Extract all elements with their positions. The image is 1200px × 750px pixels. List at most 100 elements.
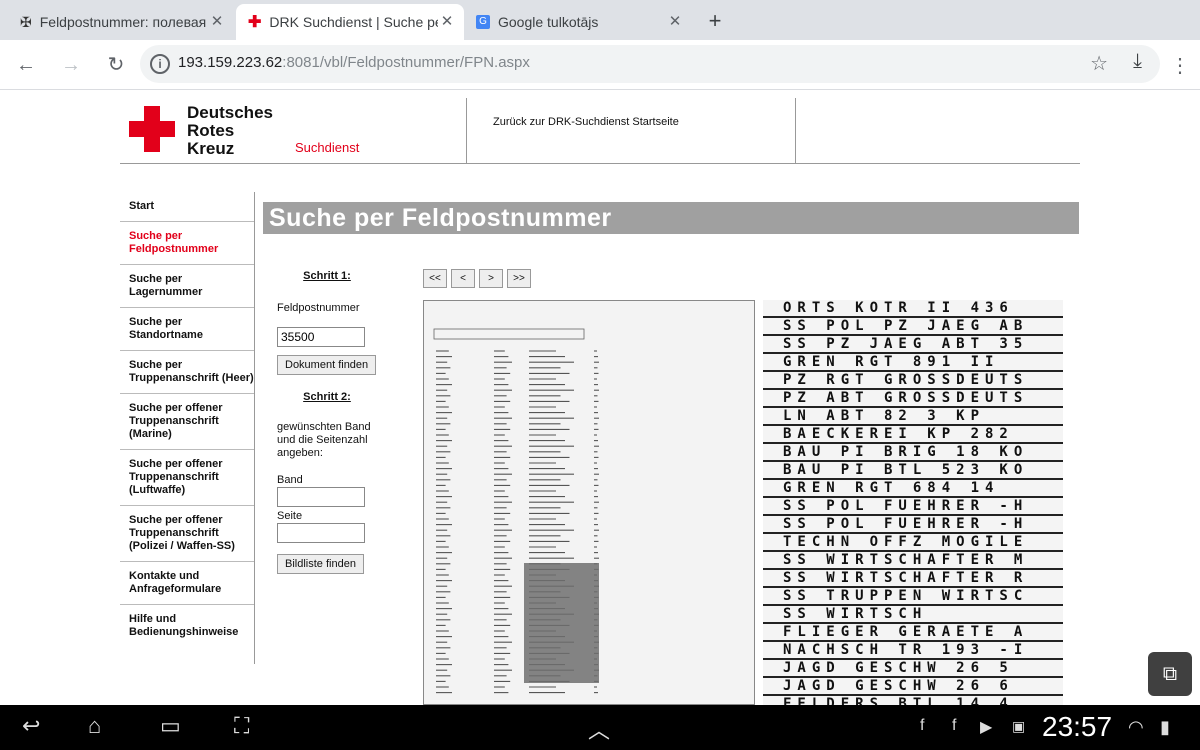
sidebar-item-luftwaffe[interactable]: Suche per offener Truppenanschrift (Luft…: [120, 450, 254, 506]
google-translate-icon: G: [476, 15, 490, 29]
logo-subtitle: Suchdienst: [295, 140, 360, 155]
browser-toolbar: ← → ↻ i 193.159.223.62:8081/vbl/Feldpost…: [0, 40, 1200, 90]
page-content: Deutsches Rotes Kreuz Suchdienst Zurück …: [0, 90, 1200, 705]
document-zoom-row: SS WIRTSCH: [763, 606, 1063, 624]
document-zoom-row: SS PZ JAEG ABT 35: [763, 336, 1063, 354]
sidebar-item-standortname[interactable]: Suche per Standortname: [120, 308, 254, 351]
first-page-button[interactable]: <<: [423, 269, 447, 288]
recent-apps-icon[interactable]: ▭: [160, 713, 181, 739]
download-icon[interactable]: ⤓: [1133, 50, 1142, 73]
step2-heading: Schritt 2:: [303, 391, 351, 403]
document-zoom-row: PZ RGT GROSSDEUTS: [763, 372, 1063, 390]
youtube-icon: ▶: [980, 719, 993, 736]
band-input[interactable]: [277, 487, 365, 507]
search-form: Schritt 1: Feldpostnummer Dokument finde…: [277, 270, 397, 574]
sidebar-item-start[interactable]: Start: [120, 192, 254, 222]
fpn-label: Feldpostnummer: [277, 302, 360, 314]
next-page-button[interactable]: >: [479, 269, 503, 288]
red-cross-icon: ✚: [248, 14, 262, 31]
browser-tab[interactable]: ✠ Feldpostnummer: полевая п ✕: [8, 4, 234, 40]
facebook-icon: f: [920, 717, 925, 734]
document-zoom-row: BAU PI BRIG 18 KO: [763, 444, 1063, 462]
new-tab-button[interactable]: +: [702, 8, 728, 34]
sidebar-item-heer[interactable]: Suche per Truppenanschrift (Heer): [120, 351, 254, 394]
sidebar-item-feldpostnummer[interactable]: Suche per Feldpostnummer: [120, 222, 254, 265]
find-image-list-button[interactable]: Bildliste finden: [277, 554, 364, 574]
address-bar[interactable]: i 193.159.223.62:8081/vbl/Feldpostnummer…: [140, 45, 1160, 83]
menu-kebab-icon[interactable]: ⋮: [1170, 53, 1190, 78]
seite-input[interactable]: [277, 523, 365, 543]
home-icon[interactable]: ⌂: [88, 713, 101, 739]
back-icon[interactable]: ↩: [22, 713, 40, 739]
red-cross-logo-icon: [129, 106, 175, 152]
logo-text: Deutsches Rotes Kreuz: [187, 103, 273, 158]
facebook-icon: f: [952, 717, 957, 734]
screenshot-icon[interactable]: ⛶: [234, 713, 249, 739]
sidebar-item-hilfe[interactable]: Hilfe und Bedienungshinweise: [120, 605, 254, 647]
tab-title: DRK Suchdienst | Suche pe: [269, 14, 438, 30]
sidebar-item-kontakte[interactable]: Kontakte und Anfrageformulare: [120, 562, 254, 605]
tab-title: Feldpostnummer: полевая п: [39, 14, 208, 30]
seite-label: Seite: [277, 510, 303, 522]
sidebar-nav: Start Suche per Feldpostnummer Suche per…: [120, 192, 255, 664]
maltese-cross-icon: ✠: [20, 13, 32, 30]
back-arrow-icon[interactable]: ←: [13, 52, 39, 78]
document-zoom-row: SS POL FUEHRER -H: [763, 516, 1063, 534]
document-scan-image: [424, 301, 754, 704]
document-zoom-row: GREN RGT 891 II: [763, 354, 1063, 372]
document-zoom-row: FLIEGER GERAETE A: [763, 624, 1063, 642]
clock: 23:57: [1042, 711, 1113, 742]
chevron-up-icon[interactable]: ︿: [588, 713, 610, 745]
document-zoom-row: SS WIRTSCHAFTER R: [763, 570, 1063, 588]
step1-heading: Schritt 1:: [303, 270, 351, 282]
fpn-input[interactable]: [277, 327, 365, 347]
info-icon[interactable]: i: [150, 54, 170, 74]
back-to-home-link[interactable]: Zurück zur DRK-Suchdienst Startseite: [493, 116, 679, 128]
page-title: Suche per Feldpostnummer: [263, 202, 1079, 234]
document-zoom-row: JAGD GESCHW 26 6: [763, 678, 1063, 696]
document-zoom-row: BAU PI BTL 523 KO: [763, 462, 1063, 480]
document-zoom-row: TECHN OFFZ MOGILE: [763, 534, 1063, 552]
notification-icon: ▣: [1012, 718, 1026, 734]
url-text[interactable]: 193.159.223.62:8081/vbl/Feldpostnummer/F…: [178, 54, 530, 71]
pager: << < > >>: [423, 269, 531, 288]
document-scan-page[interactable]: [423, 300, 755, 705]
browser-tab-active[interactable]: ✚ DRK Suchdienst | Suche pe ✕: [236, 4, 464, 40]
document-zoom-row: SS TRUPPEN WIRTSC: [763, 588, 1063, 606]
divider: [466, 98, 467, 164]
sidebar-item-marine[interactable]: Suche per offener Truppenanschrift (Mari…: [120, 394, 254, 450]
document-zoom-row: ORTS KOTR II 436: [763, 300, 1063, 318]
last-page-button[interactable]: >>: [507, 269, 531, 288]
close-tab-icon[interactable]: ✕: [666, 13, 684, 31]
band-label: Band: [277, 474, 303, 486]
sidebar-item-lagernummer[interactable]: Suche per Lagernummer: [120, 265, 254, 308]
bookmark-star-icon[interactable]: ☆: [1090, 51, 1108, 76]
document-zoom-row: SS POL FUEHRER -H: [763, 498, 1063, 516]
system-navigation-bar: ↩ ⌂ ▭ ⛶ ︿ f f ▶ ▣ 23:57 ◠ ▮: [0, 705, 1200, 750]
document-zoom-row: SS POL PZ JAEG AB: [763, 318, 1063, 336]
previous-page-button[interactable]: <: [451, 269, 475, 288]
battery-icon: ▮: [1160, 717, 1170, 737]
wifi-icon: ◠: [1128, 717, 1144, 737]
reload-icon[interactable]: ↻: [103, 52, 129, 78]
document-zoom-row: NACHSCH TR 193 -I: [763, 642, 1063, 660]
document-zoom-row: JAGD GESCHW 26 5: [763, 660, 1063, 678]
step2-hint: gewünschten Band und die Seitenzahl ange…: [277, 421, 371, 459]
divider: [795, 98, 796, 164]
browser-tab[interactable]: G Google tulkotājs ✕: [464, 4, 692, 40]
forward-arrow-icon[interactable]: →: [58, 52, 84, 78]
document-zoom-row: SS WIRTSCHAFTER M: [763, 552, 1063, 570]
document-zoom-row: FELDERS BTL 14 4: [763, 696, 1063, 705]
close-tab-icon[interactable]: ✕: [438, 13, 456, 31]
document-zoom-row: GREN RGT 684 14: [763, 480, 1063, 498]
window-switch-icon[interactable]: ⧉: [1148, 652, 1192, 696]
document-zoom-view: ORTS KOTR II 436 SS POL PZ JAEG AB SS PZ J…: [763, 300, 1063, 705]
find-document-button[interactable]: Dokument finden: [277, 355, 377, 375]
close-tab-icon[interactable]: ✕: [208, 13, 226, 31]
sidebar-item-polizei[interactable]: Suche per offener Truppenanschrift (Poli…: [120, 506, 254, 562]
document-zoom-row: PZ ABT GROSSDEUTS: [763, 390, 1063, 408]
browser-tab-strip: ✠ Feldpostnummer: полевая п ✕ ✚ DRK Such…: [0, 0, 1200, 40]
tab-title: Google tulkotājs: [498, 14, 599, 30]
document-zoom-row: BAECKEREI KP 282: [763, 426, 1063, 444]
site-header: Deutsches Rotes Kreuz Suchdienst Zurück …: [120, 98, 1080, 164]
